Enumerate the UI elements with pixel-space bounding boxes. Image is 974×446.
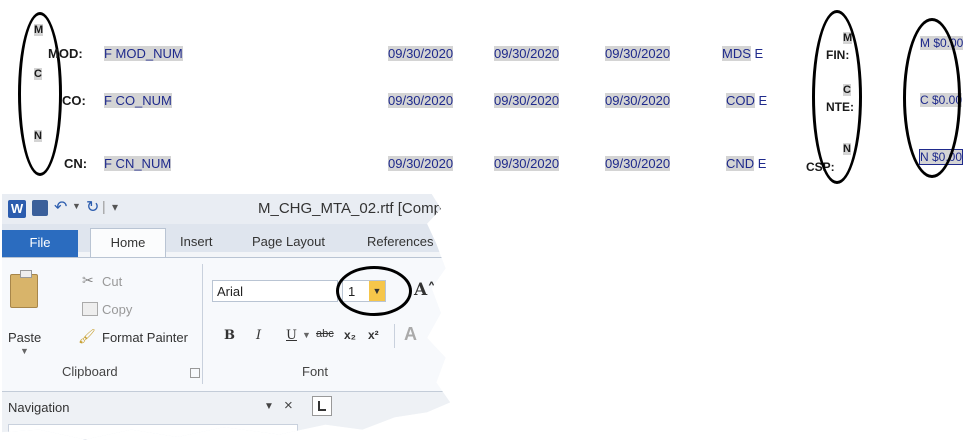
separator-icon: | xyxy=(102,198,106,214)
subscript-button[interactable]: x₂ xyxy=(344,328,356,342)
cut-button[interactable]: Cut xyxy=(102,274,122,289)
annotation-oval-left xyxy=(18,12,62,176)
tab-insert[interactable]: Insert xyxy=(180,234,213,249)
annotation-oval-amounts xyxy=(903,18,961,178)
search-input[interactable] xyxy=(8,424,298,440)
date-field[interactable]: 09/30/2020 xyxy=(388,93,454,108)
nav-dropdown-icon[interactable]: ▼ xyxy=(264,401,274,412)
date-field[interactable]: 09/30/2020 xyxy=(605,93,671,108)
format-painter-icon[interactable]: 🖌 xyxy=(78,328,96,345)
grow-font-icon[interactable]: A˄ xyxy=(414,280,436,300)
dialog-launcher-icon[interactable] xyxy=(190,368,200,378)
paste-icon[interactable] xyxy=(10,274,38,308)
button-separator xyxy=(394,324,395,348)
undo-icon[interactable]: ↶ xyxy=(54,197,67,217)
shrink-font-icon[interactable]: A xyxy=(444,286,450,299)
underline-button[interactable]: U xyxy=(286,328,297,343)
title-bar: W ↶ ▼ ↻ | ▾ M_CHG_MTA_02.rtf [Compa xyxy=(2,194,451,224)
tab-references[interactable]: References xyxy=(367,234,433,249)
chevron-down-icon[interactable]: ▼ xyxy=(72,201,81,211)
cut-icon[interactable]: ✂ xyxy=(82,272,94,289)
font-group-label: Font xyxy=(302,364,329,379)
tab-file[interactable]: File xyxy=(2,230,78,258)
word-app-icon[interactable]: W xyxy=(8,200,26,218)
field-code[interactable]: F CO_NUM xyxy=(104,93,172,108)
copy-button[interactable]: Copy xyxy=(102,302,132,317)
row-label: MOD: xyxy=(48,46,83,61)
word-window: W ↶ ▼ ↻ | ▾ M_CHG_MTA_02.rtf [Compa File… xyxy=(2,194,451,440)
paste-label[interactable]: Paste xyxy=(8,330,41,345)
navigation-pane: Navigation ▼ × xyxy=(2,391,451,440)
date-field[interactable]: 09/30/2020 xyxy=(494,156,560,171)
date-field[interactable]: 09/30/2020 xyxy=(494,93,560,108)
italic-button[interactable]: I xyxy=(256,328,261,343)
date-field[interactable]: 09/30/2020 xyxy=(605,156,671,171)
font-family-dropdown[interactable]: Arial xyxy=(212,280,338,302)
field-code[interactable]: F MOD_NUM xyxy=(104,46,183,61)
code-suffix: E xyxy=(754,46,764,61)
date-field[interactable]: 09/30/2020 xyxy=(494,46,560,61)
copy-icon[interactable] xyxy=(82,302,98,316)
code-field[interactable]: MDS E xyxy=(722,46,763,61)
underline-dropdown-icon[interactable]: ▼ xyxy=(302,330,311,340)
tab-page-layout[interactable]: Page Layout xyxy=(252,234,325,249)
row-label: CO: xyxy=(62,93,86,108)
clipboard-clip-icon xyxy=(20,270,32,278)
clipboard-group-label: Clipboard xyxy=(62,364,118,379)
superscript-button[interactable]: x² xyxy=(368,328,379,342)
date-field[interactable]: 09/30/2020 xyxy=(388,46,454,61)
annotation-oval-right xyxy=(812,10,862,184)
date-field[interactable]: 09/30/2020 xyxy=(605,46,671,61)
code-value: CND xyxy=(726,156,755,171)
row-label: CN: xyxy=(64,156,88,171)
code-field[interactable]: COD E xyxy=(726,93,767,108)
customize-qat-icon[interactable]: ▾ xyxy=(112,200,118,214)
ruler-tab-selector[interactable] xyxy=(312,396,332,416)
code-suffix: E xyxy=(758,93,768,108)
code-value: COD xyxy=(726,93,755,108)
save-icon[interactable] xyxy=(32,200,48,216)
tab-home[interactable]: Home xyxy=(90,228,166,258)
navigation-title: Navigation xyxy=(8,400,70,415)
field-code[interactable]: F CN_NUM xyxy=(104,156,172,171)
redo-icon[interactable]: ↻ xyxy=(86,197,99,217)
ribbon-home: Paste ▼ ✂ Cut Copy 🖌 Format Painter Clip… xyxy=(2,257,451,392)
left-tab-icon xyxy=(318,401,326,411)
format-painter-button[interactable]: Format Painter xyxy=(102,330,188,345)
date-field[interactable]: 09/30/2020 xyxy=(388,156,454,171)
group-separator xyxy=(202,264,203,384)
font-family-value: Arial xyxy=(217,284,244,299)
annotation-oval-font-size xyxy=(336,266,412,316)
code-field[interactable]: CND E xyxy=(726,156,766,171)
paste-dropdown-icon[interactable]: ▼ xyxy=(20,346,29,356)
close-icon[interactable]: × xyxy=(284,397,293,414)
code-value: MDS xyxy=(722,46,751,61)
code-suffix: E xyxy=(757,156,767,171)
bold-button[interactable]: B xyxy=(224,328,235,343)
strikethrough-button[interactable]: abc xyxy=(316,328,334,340)
window-title: M_CHG_MTA_02.rtf [Compa xyxy=(258,200,451,217)
text-effects-icon[interactable]: A xyxy=(404,324,417,345)
